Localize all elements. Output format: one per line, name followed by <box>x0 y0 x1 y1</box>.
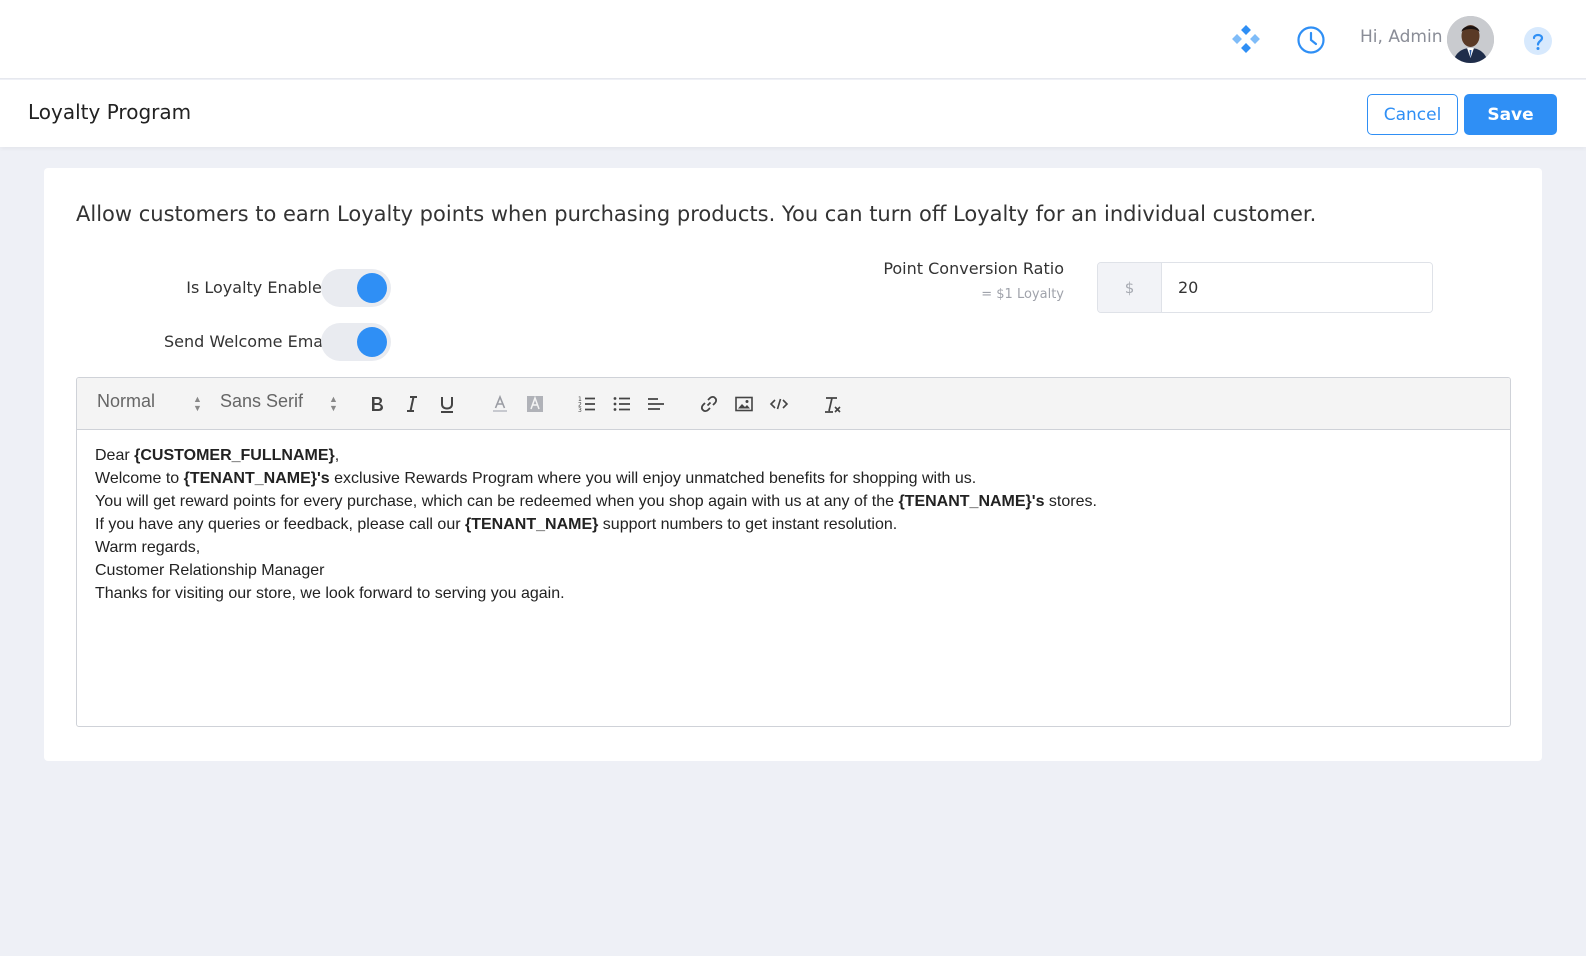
svg-text:3: 3 <box>578 407 582 414</box>
loyalty-enabled-label: Is Loyalty Enabled <box>186 278 332 297</box>
editor-line: Customer Relationship Manager <box>95 559 1492 582</box>
cancel-button[interactable]: Cancel <box>1367 94 1458 135</box>
editor-text: If you have any queries or feedback, ple… <box>95 516 465 533</box>
editor-line: Welcome to {TENANT_NAME}'s exclusive Rew… <box>95 467 1492 490</box>
editor-line: Dear {CUSTOMER_FULLNAME}, <box>95 444 1492 467</box>
save-button[interactable]: Save <box>1464 94 1557 135</box>
editor-toolbar: Normal ▲ ▼ Sans Serif ▲ ▼ 1 2 3 <box>77 378 1510 430</box>
point-conversion-ratio-input[interactable] <box>1162 263 1432 312</box>
text-size-select[interactable]: Normal ▲ ▼ <box>97 391 207 413</box>
point-conversion-ratio-label: Point Conversion Ratio <box>883 259 1064 278</box>
point-conversion-ratio-field: $ <box>1097 262 1433 313</box>
welcome-email-editor: Normal ▲ ▼ Sans Serif ▲ ▼ 1 2 3 Dear {CU… <box>76 377 1511 727</box>
editor-line: Thanks for visiting our store, we look f… <box>95 582 1492 605</box>
ordered-list-icon[interactable]: 123 <box>575 392 599 416</box>
editor-text: Dear <box>95 447 135 464</box>
editor-text: , <box>334 447 340 464</box>
help-icon[interactable] <box>1523 26 1553 56</box>
select-arrows-icon: ▲ ▼ <box>193 394 202 413</box>
placeholder-token: {CUSTOMER_FULLNAME} <box>134 447 335 464</box>
toggle-knob <box>357 327 387 357</box>
bold-icon[interactable] <box>365 392 389 416</box>
italic-icon[interactable] <box>400 392 424 416</box>
welcome-email-label: Send Welcome Email <box>163 332 332 351</box>
avatar[interactable] <box>1447 16 1494 63</box>
align-icon[interactable] <box>644 392 668 416</box>
image-icon[interactable] <box>732 392 756 416</box>
placeholder-token: {TENANT_NAME}'s <box>183 470 330 487</box>
loyalty-description: Allow customers to earn Loyalty points w… <box>76 202 1317 226</box>
placeholder-token: {TENANT_NAME} <box>465 516 599 533</box>
loyalty-enabled-toggle[interactable] <box>321 269 391 307</box>
loyalty-settings-card: Allow customers to earn Loyalty points w… <box>44 168 1542 761</box>
placeholder-token: {TENANT_NAME}'s <box>898 493 1045 510</box>
code-icon[interactable] <box>767 392 791 416</box>
editor-line: Warm regards, <box>95 536 1492 559</box>
apps-icon[interactable] <box>1232 25 1260 53</box>
page-header: Loyalty Program Cancel Save <box>0 80 1586 147</box>
clock-icon[interactable] <box>1296 25 1326 55</box>
email-body-editor[interactable]: Dear {CUSTOMER_FULLNAME}, Welcome to {TEN… <box>77 430 1510 726</box>
page-title: Loyalty Program <box>28 100 192 124</box>
link-icon[interactable] <box>697 392 721 416</box>
background-color-icon[interactable] <box>523 392 547 416</box>
font-family-value: Sans Serif <box>220 391 304 411</box>
welcome-email-toggle[interactable] <box>321 323 391 361</box>
bullet-list-icon[interactable] <box>610 392 634 416</box>
editor-text: You will get reward points for every pur… <box>95 493 899 510</box>
editor-line: You will get reward points for every pur… <box>95 490 1492 513</box>
editor-text: Thanks for visiting our store, we look f… <box>95 585 565 602</box>
font-family-select[interactable]: Sans Serif ▲ ▼ <box>220 391 345 413</box>
editor-text: stores. <box>1044 493 1097 510</box>
editor-line: If you have any queries or feedback, ple… <box>95 513 1492 536</box>
editor-text: exclusive Rewards Program where you will… <box>329 470 977 487</box>
user-greeting: Hi, Admin <box>1360 27 1443 47</box>
clear-format-icon[interactable] <box>820 392 844 416</box>
editor-text: support numbers to get instant resolutio… <box>598 516 898 533</box>
text-color-icon[interactable] <box>488 392 512 416</box>
underline-icon[interactable] <box>435 392 459 416</box>
select-arrows-icon: ▲ ▼ <box>329 394 338 413</box>
editor-text: Customer Relationship Manager <box>95 562 325 579</box>
currency-prefix: $ <box>1098 263 1162 312</box>
top-bar: Hi, Admin <box>0 0 1586 79</box>
editor-text: Welcome to <box>95 470 184 487</box>
toggle-knob <box>357 273 387 303</box>
text-size-value: Normal <box>97 391 156 411</box>
point-conversion-ratio-hint: = $1 Loyalty <box>981 287 1064 302</box>
editor-text: Warm regards, <box>95 539 201 556</box>
